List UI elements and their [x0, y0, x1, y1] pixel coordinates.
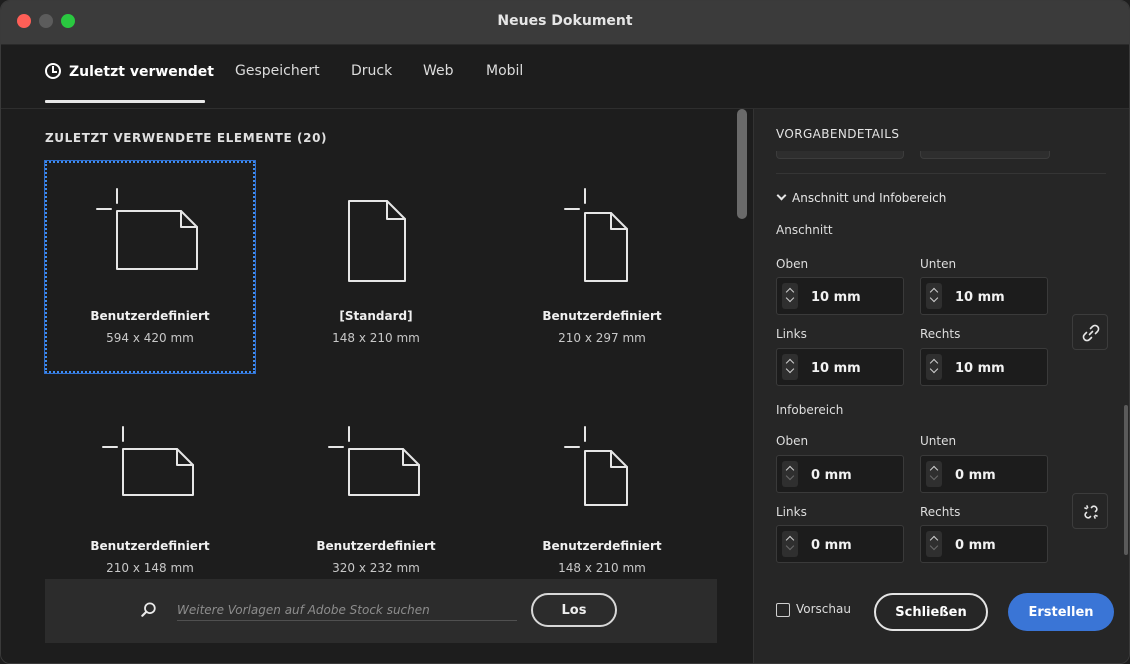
close-button[interactable]: Schließen — [874, 593, 988, 631]
bleed-right-input[interactable] — [955, 358, 1041, 378]
tab-web[interactable]: Web — [423, 63, 454, 79]
preset-name: Benutzerdefiniert — [542, 309, 662, 323]
search-go-button[interactable]: Los — [531, 593, 617, 627]
bleed-top-field — [776, 277, 904, 315]
field-stub — [776, 151, 904, 159]
slug-bottom-label: Unten — [920, 434, 957, 448]
preset-size: 210 x 148 mm — [106, 561, 194, 575]
slug-top-input[interactable] — [811, 465, 897, 485]
slug-bottom-stepper[interactable] — [926, 461, 942, 487]
create-button[interactable]: Erstellen — [1008, 593, 1114, 631]
link-icon — [1082, 324, 1100, 342]
bleed-left-label: Links — [776, 327, 807, 341]
recent-items-scrollbar[interactable] — [737, 109, 747, 219]
slug-left-label: Links — [776, 505, 807, 519]
preset-size: 148 x 210 mm — [332, 331, 420, 345]
tab-print[interactable]: Druck — [351, 63, 392, 79]
preset-name: Benutzerdefiniert — [542, 539, 662, 553]
bleed-right-stepper[interactable] — [926, 354, 942, 380]
slug-label: Infobereich — [776, 403, 844, 417]
divider — [776, 173, 1106, 174]
stock-search-input[interactable] — [177, 599, 517, 621]
tab-saved[interactable]: Gespeichert — [235, 63, 320, 79]
preset-tile[interactable]: Benutzerdefiniert 594 x 420 mm — [44, 160, 256, 374]
bleed-slug-section-toggle[interactable]: Anschnitt und Infobereich — [776, 190, 947, 205]
preset-tile[interactable]: Benutzerdefiniert 210 x 297 mm — [497, 161, 707, 373]
details-scrollbar[interactable] — [1124, 405, 1128, 555]
slug-right-label: Rechts — [920, 505, 961, 519]
bleed-bottom-input[interactable] — [955, 287, 1041, 307]
bleed-right-field — [920, 348, 1048, 386]
bleed-top-label: Oben — [776, 257, 809, 271]
search-icon — [141, 602, 156, 617]
bleed-left-stepper[interactable] — [782, 354, 798, 380]
slug-right-stepper[interactable] — [926, 531, 942, 557]
preset-name: Benutzerdefiniert — [90, 309, 210, 323]
preset-size: 210 x 297 mm — [558, 331, 646, 345]
bleed-bottom-field — [920, 277, 1048, 315]
slug-bottom-field — [920, 455, 1048, 493]
bleed-bottom-label: Unten — [920, 257, 957, 271]
bleed-top-stepper[interactable] — [782, 283, 798, 309]
bleed-label: Anschnitt — [776, 223, 833, 237]
preview-label: Vorschau — [796, 602, 851, 616]
recent-items-heading: ZULETZT VERWENDETE ELEMENTE (20) — [45, 131, 328, 145]
preset-details-title: VORGABENDETAILS — [776, 127, 900, 141]
preset-name: Benutzerdefiniert — [316, 539, 436, 553]
stock-search-bar: Los — [45, 579, 717, 643]
preset-details-panel: VORGABENDETAILS Anschnitt und Infobereic… — [753, 109, 1129, 663]
preset-tile[interactable]: [Standard] 148 x 210 mm — [271, 161, 481, 373]
preset-size: 594 x 420 mm — [106, 331, 194, 345]
active-tab-indicator — [45, 100, 205, 103]
recent-items-pane: ZULETZT VERWENDETE ELEMENTE (20) Benutze… — [1, 109, 753, 663]
slug-link-button[interactable] — [1072, 493, 1108, 529]
slug-right-field — [920, 525, 1048, 563]
tab-recent-label: Zuletzt verwendet — [69, 64, 214, 80]
slug-bottom-input[interactable] — [955, 465, 1041, 485]
unlink-icon — [1084, 505, 1098, 519]
title-bar: Neues Dokument — [1, 1, 1129, 45]
slug-left-stepper[interactable] — [782, 531, 798, 557]
clock-icon — [45, 63, 61, 79]
tab-mobile[interactable]: Mobil — [486, 63, 523, 79]
bleed-link-button[interactable] — [1072, 314, 1108, 350]
tab-recent[interactable]: Zuletzt verwendet — [45, 63, 214, 80]
slug-top-label: Oben — [776, 434, 809, 448]
bleed-bottom-stepper[interactable] — [926, 283, 942, 309]
preset-name: [Standard] — [339, 309, 413, 323]
slug-right-input[interactable] — [955, 535, 1041, 555]
new-document-dialog: Neues Dokument Zuletzt verwendet Gespeic… — [0, 0, 1130, 664]
slug-top-stepper[interactable] — [782, 461, 798, 487]
bleed-left-input[interactable] — [811, 358, 897, 378]
tab-bar: Zuletzt verwendet Gespeichert Druck Web … — [1, 45, 1129, 109]
bleed-top-input[interactable] — [811, 287, 897, 307]
bleed-slug-section-label: Anschnitt und Infobereich — [792, 191, 947, 205]
slug-left-input[interactable] — [811, 535, 897, 555]
preset-size: 320 x 232 mm — [332, 561, 420, 575]
slug-left-field — [776, 525, 904, 563]
window-title: Neues Dokument — [497, 13, 633, 29]
chevron-down-icon — [776, 190, 787, 201]
preset-size: 148 x 210 mm — [558, 561, 646, 575]
slug-top-field — [776, 455, 904, 493]
preset-name: Benutzerdefiniert — [90, 539, 210, 553]
bleed-right-label: Rechts — [920, 327, 961, 341]
preview-checkbox[interactable] — [776, 603, 790, 617]
bleed-left-field — [776, 348, 904, 386]
field-stub — [920, 151, 1050, 159]
